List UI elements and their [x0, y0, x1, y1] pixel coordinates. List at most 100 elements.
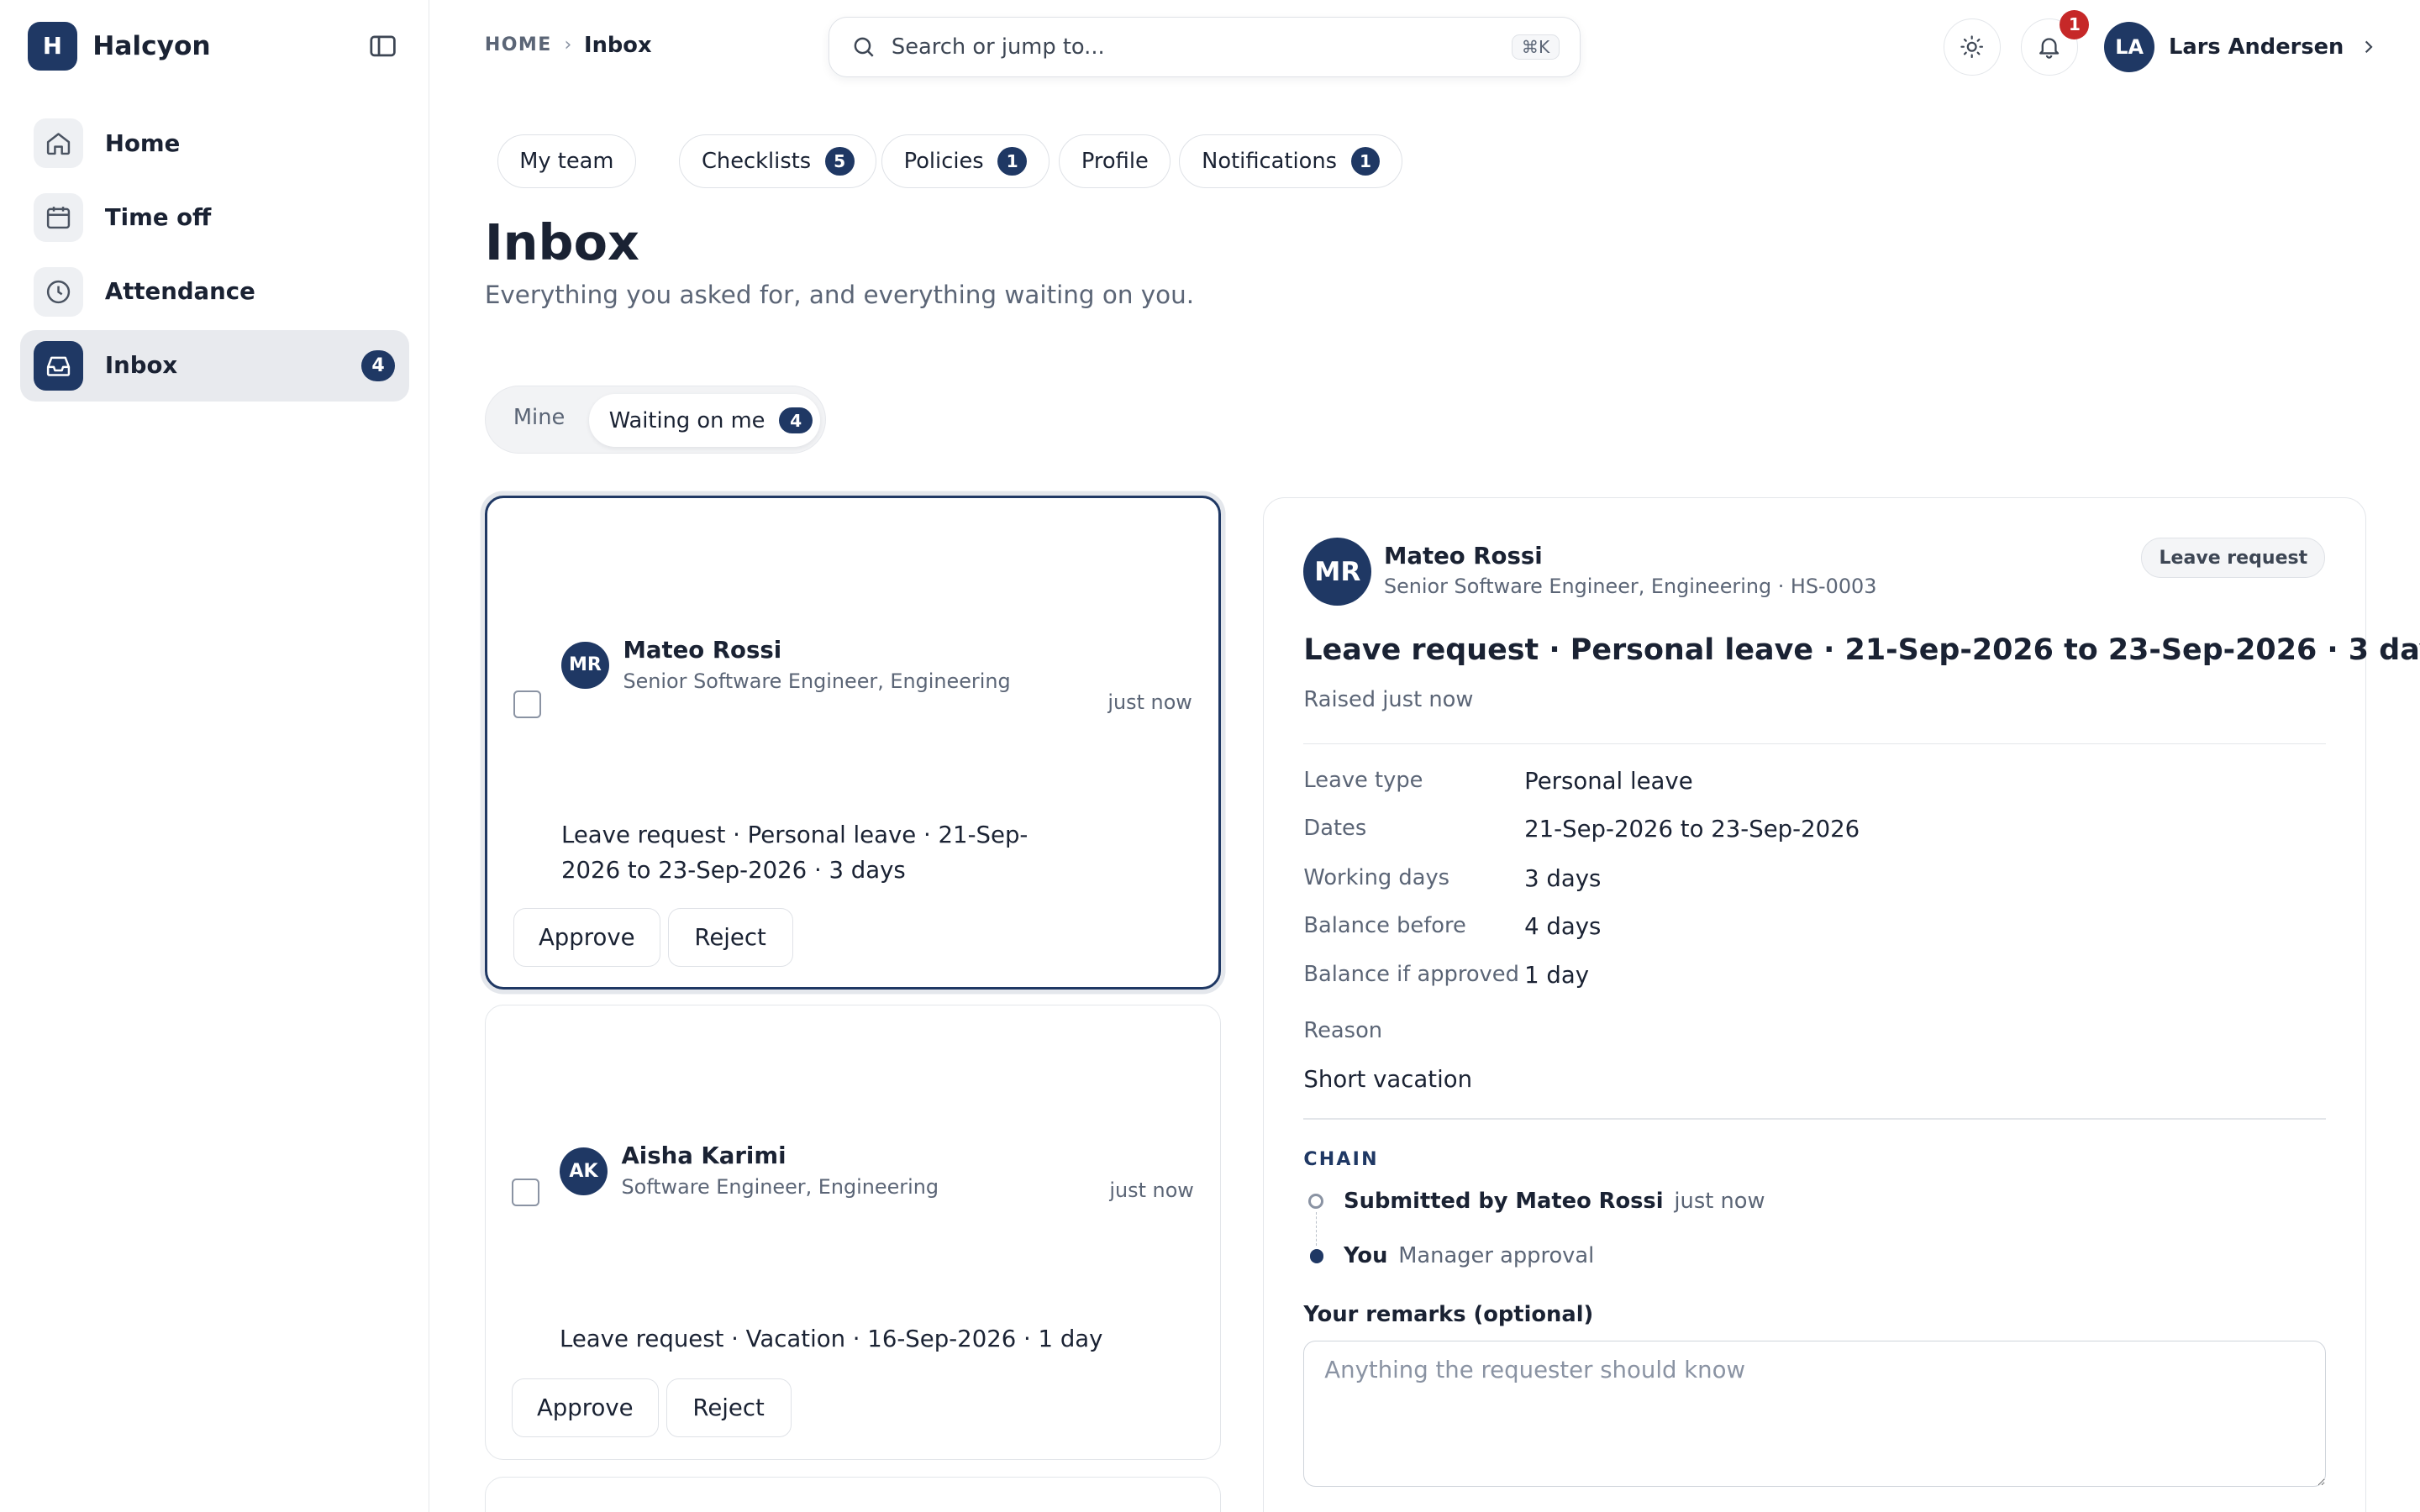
- inbox-count-badge: 4: [360, 349, 396, 381]
- sun-icon: [1960, 35, 1984, 59]
- breadcrumb-home-link[interactable]: HOME: [485, 34, 552, 55]
- chain-step-pending-dot: [1307, 1193, 1324, 1210]
- search-icon: [854, 38, 874, 57]
- user-menu[interactable]: LA Lars Andersen: [2103, 21, 2380, 73]
- chevron-right-icon: [2365, 40, 2373, 54]
- field-label: Balance before: [1303, 912, 1466, 938]
- chain-actor: Submitted by Mateo Rossi: [1344, 1189, 1664, 1215]
- bell-icon: [2039, 38, 2060, 60]
- divider: [1303, 743, 2326, 745]
- tab-mine[interactable]: Mine: [513, 405, 565, 430]
- sidebar-nav: Home Time off Attendance Inbox 4: [19, 108, 409, 405]
- detail-title: Leave request · Personal leave · 21-Sep-…: [1303, 633, 2420, 668]
- card-select-checkbox[interactable]: [512, 1178, 540, 1206]
- notifications-button[interactable]: 1: [2020, 10, 2090, 76]
- card-select-checkbox[interactable]: [513, 690, 542, 719]
- app-root: H Halcyon Home Time off Attendance Inbox…: [0, 0, 2420, 1512]
- chain-step: Submitted by Mateo Rossi just now: [1344, 1189, 1765, 1214]
- theme-toggle-button[interactable]: [1943, 18, 2001, 76]
- field-label: Dates: [1303, 815, 1367, 841]
- chain-step: You Manager approval: [1344, 1243, 1594, 1268]
- detail-field-working-days: Working days 3 days: [1303, 865, 2325, 899]
- reason-value: Short vacation: [1303, 1065, 1473, 1093]
- requester-name: Aisha Karimi: [621, 1142, 786, 1170]
- page-subtitle: Everything you asked for, and everything…: [484, 281, 1195, 310]
- chip-my-team[interactable]: My team: [497, 134, 637, 189]
- field-value: 21-Sep-2026 to 23-Sep-2026: [1524, 815, 1860, 843]
- sidebar-item-label: Inbox: [104, 352, 178, 380]
- brand-name: Halcyon: [92, 31, 211, 62]
- inbox-card[interactable]: [484, 1477, 1222, 1512]
- notification-count-badge: 1: [2060, 10, 2090, 39]
- chain-heading: CHAIN: [1303, 1148, 1379, 1170]
- requester-role: Software Engineer, Engineering: [621, 1174, 939, 1199]
- sidebar-item-time-off[interactable]: Time off: [20, 182, 409, 254]
- inbox-icon: [34, 340, 84, 391]
- inbox-card[interactable]: MR Mateo Rossi Senior Software Engineer,…: [484, 495, 1222, 990]
- tab-waiting-on-me[interactable]: Waiting on me 4: [588, 394, 821, 447]
- chip-checklists[interactable]: Checklists 5: [679, 134, 877, 189]
- detail-requester-name: Mateo Rossi: [1383, 542, 1543, 570]
- requester-name: Mateo Rossi: [623, 637, 782, 664]
- detail-field-balance-before: Balance before 4 days: [1303, 913, 2325, 947]
- home-icon: [34, 118, 84, 169]
- detail-raised-time: Raised just now: [1303, 687, 1474, 713]
- chip-label: Notifications: [1202, 148, 1338, 174]
- chip-label: My team: [519, 148, 614, 174]
- field-label: Leave type: [1303, 767, 1423, 793]
- chip-count-badge: 1: [997, 146, 1028, 176]
- chain-connector: [1316, 1212, 1317, 1247]
- brand[interactable]: H Halcyon: [28, 21, 211, 71]
- inbox-card[interactable]: AK Aisha Karimi Software Engineer, Engin…: [484, 1004, 1222, 1460]
- sidebar: H Halcyon Home Time off Attendance Inbox…: [0, 0, 429, 1512]
- brand-logo: H: [28, 21, 77, 71]
- card-summary: Leave request · Vacation · 16-Sep-2026 ·…: [559, 1326, 1103, 1353]
- page-title: Inbox: [484, 213, 639, 271]
- card-timestamp: just now: [1107, 690, 1192, 715]
- chip-label: Policies: [903, 148, 984, 174]
- field-value: 3 days: [1524, 864, 1602, 892]
- approve-button[interactable]: Approve: [512, 1378, 659, 1438]
- card-summary: Leave request · Personal leave · 21-Sep-…: [560, 821, 1028, 885]
- chip-label: Checklists: [701, 148, 812, 174]
- detail-requester-role: Senior Software Engineer, Engineering · …: [1383, 575, 1877, 599]
- avatar: MR: [1303, 538, 1372, 606]
- user-name: Lars Andersen: [2168, 34, 2344, 60]
- chain-step-current-dot: [1309, 1249, 1324, 1263]
- card-timestamp: just now: [1109, 1178, 1194, 1202]
- reject-button[interactable]: Reject: [666, 1378, 792, 1438]
- search-shortcut-hint: ⌘K: [1511, 34, 1560, 60]
- avatar: MR: [560, 641, 609, 690]
- chain-note: just now: [1674, 1189, 1765, 1215]
- breadcrumb: HOME › Inbox: [485, 33, 652, 58]
- sidebar-item-attendance[interactable]: Attendance: [20, 256, 409, 328]
- sidebar-item-home[interactable]: Home: [20, 108, 409, 180]
- approve-button[interactable]: Approve: [513, 908, 660, 968]
- chip-count-badge: 1: [1350, 146, 1381, 176]
- detail-field-leave-type: Leave type Personal leave: [1303, 768, 2325, 801]
- search-input[interactable]: Search or jump to... ⌘K: [829, 17, 1581, 77]
- request-type-badge: Leave request: [2141, 538, 2326, 578]
- chip-notifications[interactable]: Notifications 1: [1179, 134, 1403, 189]
- chain-actor: You: [1344, 1242, 1388, 1268]
- field-label: Working days: [1303, 864, 1450, 890]
- breadcrumb-separator: ›: [564, 34, 572, 56]
- field-value: Personal leave: [1524, 767, 1693, 795]
- remarks-label: Your remarks (optional): [1303, 1301, 1594, 1327]
- chip-policies[interactable]: Policies 1: [881, 134, 1050, 189]
- chip-profile[interactable]: Profile: [1059, 134, 1171, 189]
- clock-icon: [34, 266, 84, 317]
- requester-role: Senior Software Engineer, Engineering: [623, 669, 1011, 693]
- remarks-textarea[interactable]: [1303, 1340, 2326, 1487]
- detail-field-dates: Dates 21-Sep-2026 to 23-Sep-2026: [1303, 816, 2325, 849]
- sidebar-item-inbox[interactable]: Inbox 4: [19, 330, 409, 402]
- calendar-icon: [34, 192, 84, 243]
- chip-label: Profile: [1081, 148, 1149, 174]
- search-placeholder: Search or jump to...: [891, 34, 1105, 60]
- reject-button[interactable]: Reject: [667, 908, 793, 968]
- chip-count-badge: 5: [824, 146, 855, 176]
- sidebar-toggle-icon: [370, 35, 396, 57]
- sidebar-toggle-button[interactable]: [365, 31, 402, 62]
- reason-label: Reason: [1303, 1017, 1383, 1043]
- avatar: AK: [559, 1147, 608, 1195]
